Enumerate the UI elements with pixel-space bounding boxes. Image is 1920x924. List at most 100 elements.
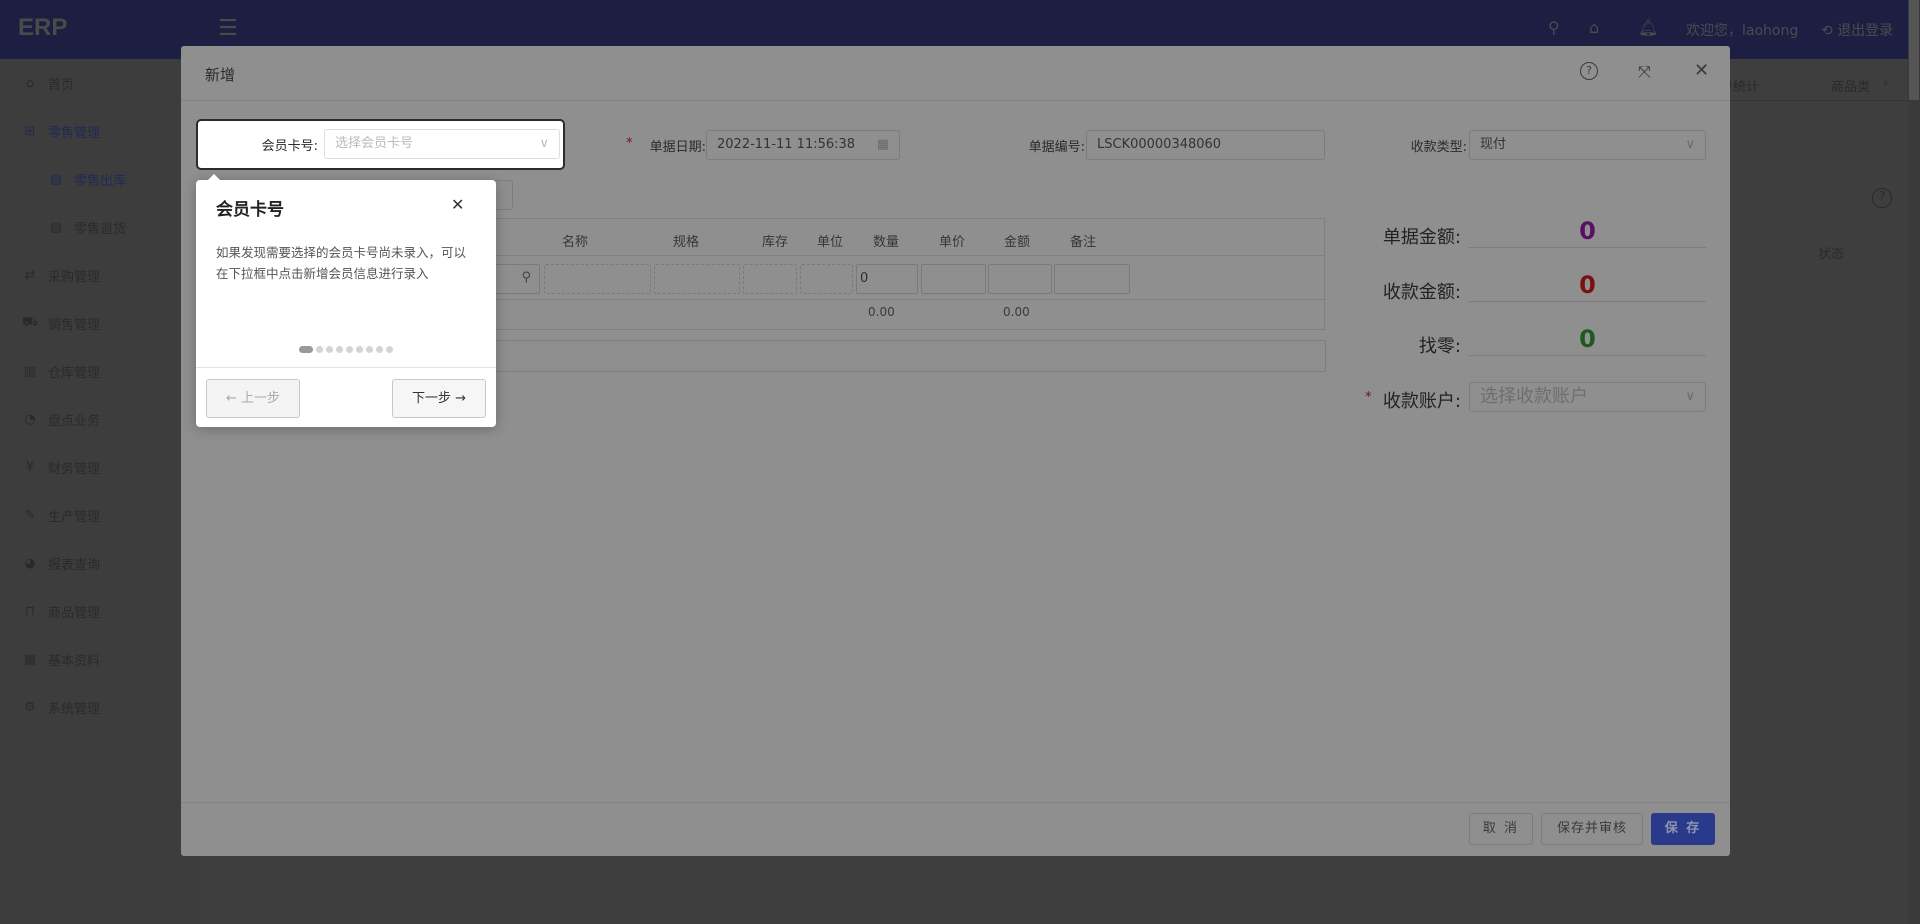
scrollbar-thumb[interactable] <box>1909 0 1919 100</box>
date-input[interactable]: 2022-11-11 11:56:38 ▦ <box>706 130 900 160</box>
paytype-value: 现付 <box>1480 137 1507 152</box>
page-scrollbar[interactable] <box>1908 0 1920 924</box>
unit-cell <box>800 264 853 294</box>
number-value: LSCK00000348060 <box>1097 137 1222 152</box>
quantity-input[interactable]: 0 <box>856 264 918 294</box>
dashboard-icon: ◔ <box>24 411 36 427</box>
sidebar-item[interactable]: ▤ 零售退货 <box>0 207 200 247</box>
sidebar-item[interactable]: ▥仓库管理˅ <box>0 351 200 391</box>
change-label: 找零: <box>1418 336 1461 357</box>
sidebar-item[interactable]: ▤ 零售出库 <box>0 159 200 199</box>
bell-icon[interactable]: 🔔︎ <box>1638 18 1658 37</box>
logout-label: 退出登录 <box>1837 23 1894 39</box>
account-placeholder: 选择收款账户 <box>1480 386 1588 407</box>
member-select[interactable]: 选择会员卡号 ∨ <box>324 129 560 159</box>
menu-fold-icon[interactable]: ☰ <box>218 16 238 41</box>
guide-prev-button[interactable]: ← 上一步 <box>206 379 300 418</box>
swap-icon: ⇄ <box>24 267 36 283</box>
sidebar-item[interactable]: ⛟销售管理˅ <box>0 303 200 343</box>
pie-chart-icon: ◕ <box>24 555 36 571</box>
sidebar-item[interactable]: ⊓商品管理˅ <box>0 591 200 631</box>
gear-icon: ⚙ <box>24 699 36 715</box>
search-icon[interactable]: ⚲ <box>521 270 531 285</box>
tabs-scroll-right-icon[interactable]: › <box>1883 76 1888 91</box>
member-placeholder: 选择会员卡号 <box>335 136 414 151</box>
close-icon[interactable]: ✕ <box>451 195 464 214</box>
bill-amount-label: 单据金额: <box>1382 227 1461 248</box>
bank-icon[interactable]: ⌂ <box>1589 18 1599 37</box>
sidebar-item[interactable]: ✎生产管理˅ <box>0 495 200 535</box>
sidebar-item-label: 生产管理 <box>48 509 101 525</box>
progress-dot <box>346 346 353 353</box>
progress-dot <box>356 346 363 353</box>
modal-header: 新增 ? ⤧ ✕ <box>181 46 1730 101</box>
sidebar-item-label: 零售退货 <box>74 221 127 237</box>
price-input[interactable] <box>921 264 986 294</box>
sidebar-item-label: 零售出库 <box>74 173 127 189</box>
remark-input[interactable] <box>1054 264 1130 294</box>
sidebar-item[interactable]: ◕报表查询˅ <box>0 543 200 583</box>
guide-title: 会员卡号 <box>216 200 284 220</box>
received-value[interactable]: 0 <box>1469 270 1706 302</box>
home-icon: ⌂ <box>25 75 35 91</box>
warehouse-icon: ▥ <box>23 363 37 379</box>
logout-button[interactable]: ⟲ 退出登录 <box>1821 20 1893 40</box>
number-input[interactable]: LSCK00000348060 <box>1086 130 1325 160</box>
doc-icon: ▤ <box>49 171 63 187</box>
col-spec: 规格 <box>673 235 700 250</box>
member-label: 会员卡号: <box>261 139 318 154</box>
quantity-value: 0 <box>860 271 869 286</box>
progress-dot <box>386 346 393 353</box>
col-price: 单价 <box>939 235 966 250</box>
col-name: 名称 <box>562 235 589 250</box>
close-icon[interactable]: ✕ <box>1694 60 1709 81</box>
sidebar-item[interactable]: ⌂ 首页 <box>0 63 200 103</box>
sidebar-item[interactable]: ¥财务管理˅ <box>0 447 200 487</box>
guide-highlight-member-field: 会员卡号: 选择会员卡号 ∨ <box>196 119 565 170</box>
col-stock: 库存 <box>762 235 789 250</box>
help-icon[interactable]: ? <box>1872 188 1892 208</box>
col-remark: 备注 <box>1070 235 1097 250</box>
gift-icon: ⊞ <box>24 123 36 139</box>
sidebar-item[interactable]: ◔盘点业务˅ <box>0 399 200 439</box>
sidebar-item-label: 盘点业务 <box>48 413 101 429</box>
cart-icon: ⛟ <box>22 314 39 330</box>
save-audit-button[interactable]: 保存并审核 <box>1541 813 1643 845</box>
sidebar-item-label: 基本资料 <box>48 653 101 669</box>
account-select[interactable]: 选择收款账户 ∨ <box>1469 382 1706 412</box>
help-icon[interactable]: ? <box>1580 62 1598 80</box>
fullscreen-icon[interactable]: ⤧ <box>1638 62 1651 82</box>
bg-header-status: 状态 <box>1818 247 1845 262</box>
welcome-text: 欢迎您，laohong <box>1686 23 1799 39</box>
sidebar-item[interactable]: ⚙系统管理˅ <box>0 687 200 727</box>
paytype-select[interactable]: 现付 ∨ <box>1469 130 1706 160</box>
chevron-down-icon: ∨ <box>1685 389 1695 404</box>
logo: ERP <box>18 14 68 41</box>
sidebar-item-label: 首页 <box>48 77 75 93</box>
amount-input[interactable] <box>988 264 1052 294</box>
date-label: 单据日期: <box>649 140 706 155</box>
sidebar-item-label: 商品管理 <box>48 605 101 621</box>
grid-icon: ▦ <box>23 651 37 667</box>
logout-icon: ⟲ <box>1821 23 1833 39</box>
sidebar-item[interactable]: ▦基本资料˅ <box>0 639 200 679</box>
sidebar-item[interactable]: ⇄采购管理˅ <box>0 255 200 295</box>
sidebar-item-label: 仓库管理 <box>48 365 101 381</box>
sidebar-item-label: 财务管理 <box>48 461 101 477</box>
guide-next-button[interactable]: 下一步 → <box>392 379 486 418</box>
sidebar-item[interactable]: ⊞零售管理˄ <box>0 111 200 151</box>
popover-arrow <box>208 174 220 180</box>
guide-popover: 会员卡号 ✕ 如果发现需要选择的会员卡号尚未录入，可以在下拉框中点击新增会员信息… <box>196 174 496 427</box>
bill-amount-value: 0 <box>1469 216 1706 248</box>
account-label: 收款账户: <box>1382 391 1461 412</box>
progress-dot <box>366 346 373 353</box>
tab-goods[interactable]: 商品类 <box>1831 76 1870 95</box>
search-icon[interactable]: ⚲ <box>1548 18 1560 37</box>
col-unit: 单位 <box>817 235 844 250</box>
modal-title: 新增 <box>205 66 236 84</box>
chevron-down-icon: ∨ <box>1685 137 1695 152</box>
stock-cell <box>743 264 797 294</box>
col-quantity: 数量 <box>873 235 900 250</box>
cancel-button[interactable]: 取 消 <box>1469 813 1533 845</box>
save-button[interactable]: 保 存 <box>1651 813 1715 845</box>
